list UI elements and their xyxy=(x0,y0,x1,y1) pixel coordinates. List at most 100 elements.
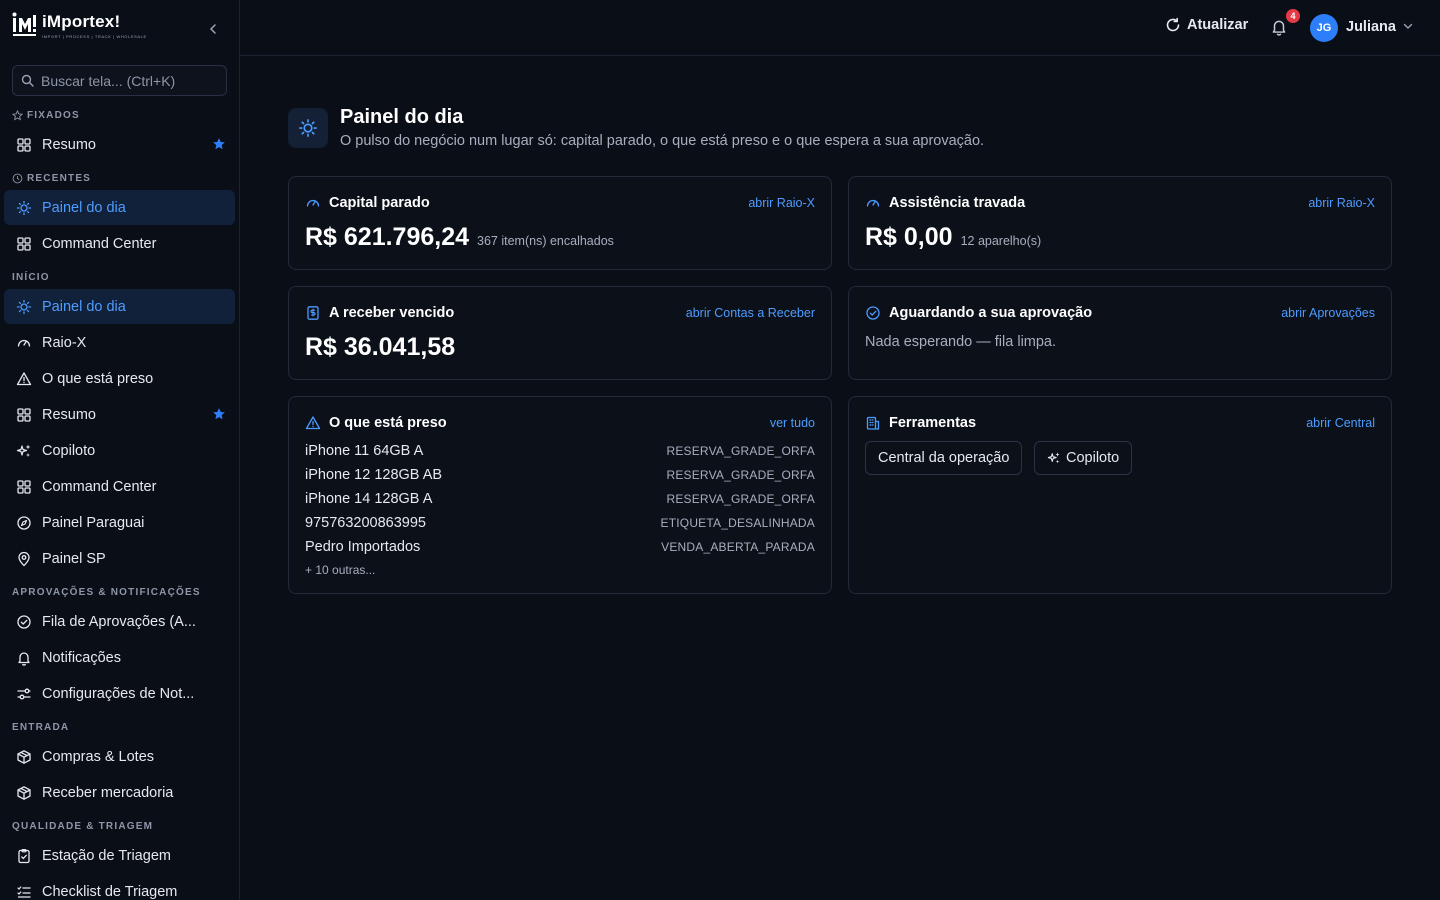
sidebar-item-raio-x[interactable]: Raio-X xyxy=(4,325,235,360)
assistencia-value: R$ 0,00 xyxy=(865,223,953,251)
sidebar-item-resumo-pinned[interactable]: Resumo xyxy=(4,127,235,162)
sidebar-item-label: Estação de Triagem xyxy=(42,847,171,864)
grid-icon xyxy=(17,407,31,422)
user-name[interactable]: Juliana xyxy=(1346,19,1396,35)
card-a-receber-vencido: A receber vencido abrir Contas a Receber… xyxy=(288,286,832,380)
link-abrir-aprovacoes[interactable]: abrir Aprovações xyxy=(1281,306,1375,320)
clipboard-check-icon xyxy=(18,848,30,863)
link-abrir-contas-a-receber[interactable]: abrir Contas a Receber xyxy=(686,306,815,320)
sidebar-item-resumo[interactable]: Resumo xyxy=(4,397,235,432)
card-o-que-esta-preso: O que está preso ver tudo iPhone 11 64GB… xyxy=(288,396,832,594)
sun-icon xyxy=(299,119,317,137)
grid-icon xyxy=(17,137,31,152)
collapse-sidebar-button[interactable] xyxy=(203,19,223,39)
chevron-left-icon xyxy=(209,24,216,34)
list-item[interactable]: Pedro Importados VENDA_ABERTA_PARADA xyxy=(305,535,815,559)
sidebar-item-command-center[interactable]: Command Center xyxy=(4,469,235,504)
link-abrir-raio-x[interactable]: abrir Raio-X xyxy=(1308,196,1375,210)
sidebar-item-label: Painel do dia xyxy=(42,298,126,315)
link-abrir-central[interactable]: abrir Central xyxy=(1306,416,1375,430)
card-title: Assistência travada xyxy=(865,195,1025,211)
sidebar-item-label: Checklist de Triagem xyxy=(42,883,178,900)
capital-value: R$ 621.796,24 xyxy=(305,223,470,251)
page-subtitle: O pulso do negócio num lugar só: capital… xyxy=(340,133,985,149)
sidebar-item-label: O que está preso xyxy=(42,370,154,387)
sun-icon xyxy=(16,299,32,314)
warning-icon xyxy=(305,416,321,430)
grid-icon xyxy=(17,236,31,251)
aprovacao-empty-text: Nada esperando — fila limpa. xyxy=(865,334,1057,350)
receipt-icon xyxy=(307,306,319,320)
page-title: Painel do dia xyxy=(340,106,464,128)
sidebar-item-label: Painel SP xyxy=(42,550,106,567)
sidebar-item-receber-mercadoria[interactable]: Receber mercadoria xyxy=(4,775,235,810)
card-title: Capital parado xyxy=(305,195,430,211)
gauge-icon xyxy=(17,339,31,347)
sidebar-item-fila-de-aprovacoes[interactable]: Fila de Aprovações (A... xyxy=(4,604,235,639)
page-header-icon xyxy=(288,108,328,148)
card-value-row: R$ 36.041,58 xyxy=(305,333,455,362)
sliders-icon xyxy=(17,688,31,699)
sidebar-item-copiloto[interactable]: Copiloto xyxy=(4,433,235,468)
sidebar-item-painel-paraguai[interactable]: Painel Paraguai xyxy=(4,505,235,540)
package-icon xyxy=(17,785,31,800)
list-check-icon xyxy=(17,885,31,898)
card-title: O que está preso xyxy=(305,415,447,431)
list-item[interactable]: iPhone 14 128GB A RESERVA_GRADE_ORFA xyxy=(305,487,815,511)
star-filled-icon[interactable] xyxy=(212,137,226,151)
notifications-button[interactable] xyxy=(1270,18,1290,38)
search-icon xyxy=(21,74,34,87)
refresh-button[interactable]: Atualizar xyxy=(1165,17,1248,33)
refresh-icon xyxy=(1166,17,1180,32)
sidebar-item-label: Fila de Aprovações (A... xyxy=(42,613,196,630)
sidebar-item-label: Copiloto xyxy=(42,442,96,459)
search-input[interactable] xyxy=(41,72,221,89)
sidebar-item-checklist-de-triagem[interactable]: Checklist de Triagem xyxy=(4,874,235,900)
sidebar-item-configuracoes-notificacoes[interactable]: Configurações de Not... xyxy=(4,676,235,711)
sidebar-item-label: Notificações xyxy=(42,649,121,666)
section-recentes: RECENTES xyxy=(12,173,91,184)
sidebar-item-compras-lotes[interactable]: Compras & Lotes xyxy=(4,739,235,774)
sidebar-item-label: Command Center xyxy=(42,235,157,252)
building-icon xyxy=(866,416,880,430)
brand-logo[interactable]: iMportex! IMPORT | PROCESS | TRACK | WHO… xyxy=(12,12,147,44)
star-outline-icon xyxy=(12,110,23,121)
link-abrir-raio-x[interactable]: abrir Raio-X xyxy=(748,196,815,210)
sidebar-item-painel-sp[interactable]: Painel SP xyxy=(4,541,235,576)
sidebar-item-painel-do-dia-recent[interactable]: Painel do dia xyxy=(4,190,235,225)
list-item[interactable]: iPhone 11 64GB A RESERVA_GRADE_ORFA xyxy=(305,439,815,463)
search-box[interactable] xyxy=(12,65,227,96)
clock-icon xyxy=(12,173,23,184)
sidebar-item-command-center-recent[interactable]: Command Center xyxy=(4,226,235,261)
user-menu-toggle[interactable] xyxy=(1402,20,1414,32)
sidebar-item-o-que-esta-preso[interactable]: O que está preso xyxy=(4,361,235,396)
bell-icon xyxy=(18,651,30,666)
sidebar-item-estacao-de-triagem[interactable]: Estação de Triagem xyxy=(4,838,235,873)
assistencia-note: 12 aparelho(s) xyxy=(960,234,1042,248)
avatar[interactable]: JG xyxy=(1310,14,1338,42)
list-item[interactable]: 975763200863995 ETIQUETA_DESALINHADA xyxy=(305,511,815,535)
sidebar-item-label: Resumo xyxy=(42,406,96,423)
list-item[interactable]: iPhone 12 128GB AB RESERVA_GRADE_ORFA xyxy=(305,463,815,487)
sparkles-icon xyxy=(16,444,31,457)
section-fixados: FIXADOS xyxy=(12,110,80,121)
section-aprovacoes: APROVAÇÕES & NOTIFICAÇÕES xyxy=(12,587,201,598)
sidebar-item-label: Receber mercadoria xyxy=(42,784,174,801)
brand-tagline: IMPORT | PROCESS | TRACK | WHOLESALE xyxy=(42,34,147,39)
copiloto-button[interactable]: Copiloto xyxy=(1034,441,1133,475)
notification-badge: 4 xyxy=(1286,9,1300,23)
card-value-row: R$ 621.796,24 367 item(ns) encalhados xyxy=(305,223,614,252)
star-filled-icon[interactable] xyxy=(212,407,226,421)
compass-icon xyxy=(17,515,31,530)
check-circle-icon xyxy=(17,614,31,629)
sidebar: iMportex! IMPORT | PROCESS | TRACK | WHO… xyxy=(0,0,240,900)
chevron-down-icon xyxy=(1403,23,1413,29)
section-entrada: ENTRADA xyxy=(12,722,70,733)
link-ver-tudo[interactable]: ver tudo xyxy=(770,416,815,430)
sidebar-item-notificacoes[interactable]: Notificações xyxy=(4,640,235,675)
sidebar-item-painel-do-dia[interactable]: Painel do dia xyxy=(4,289,235,324)
bell-icon xyxy=(1272,20,1286,36)
central-da-operacao-button[interactable]: Central da operação xyxy=(865,441,1023,475)
sidebar-item-label: Raio-X xyxy=(42,334,87,351)
sidebar-item-label: Compras & Lotes xyxy=(42,748,155,765)
